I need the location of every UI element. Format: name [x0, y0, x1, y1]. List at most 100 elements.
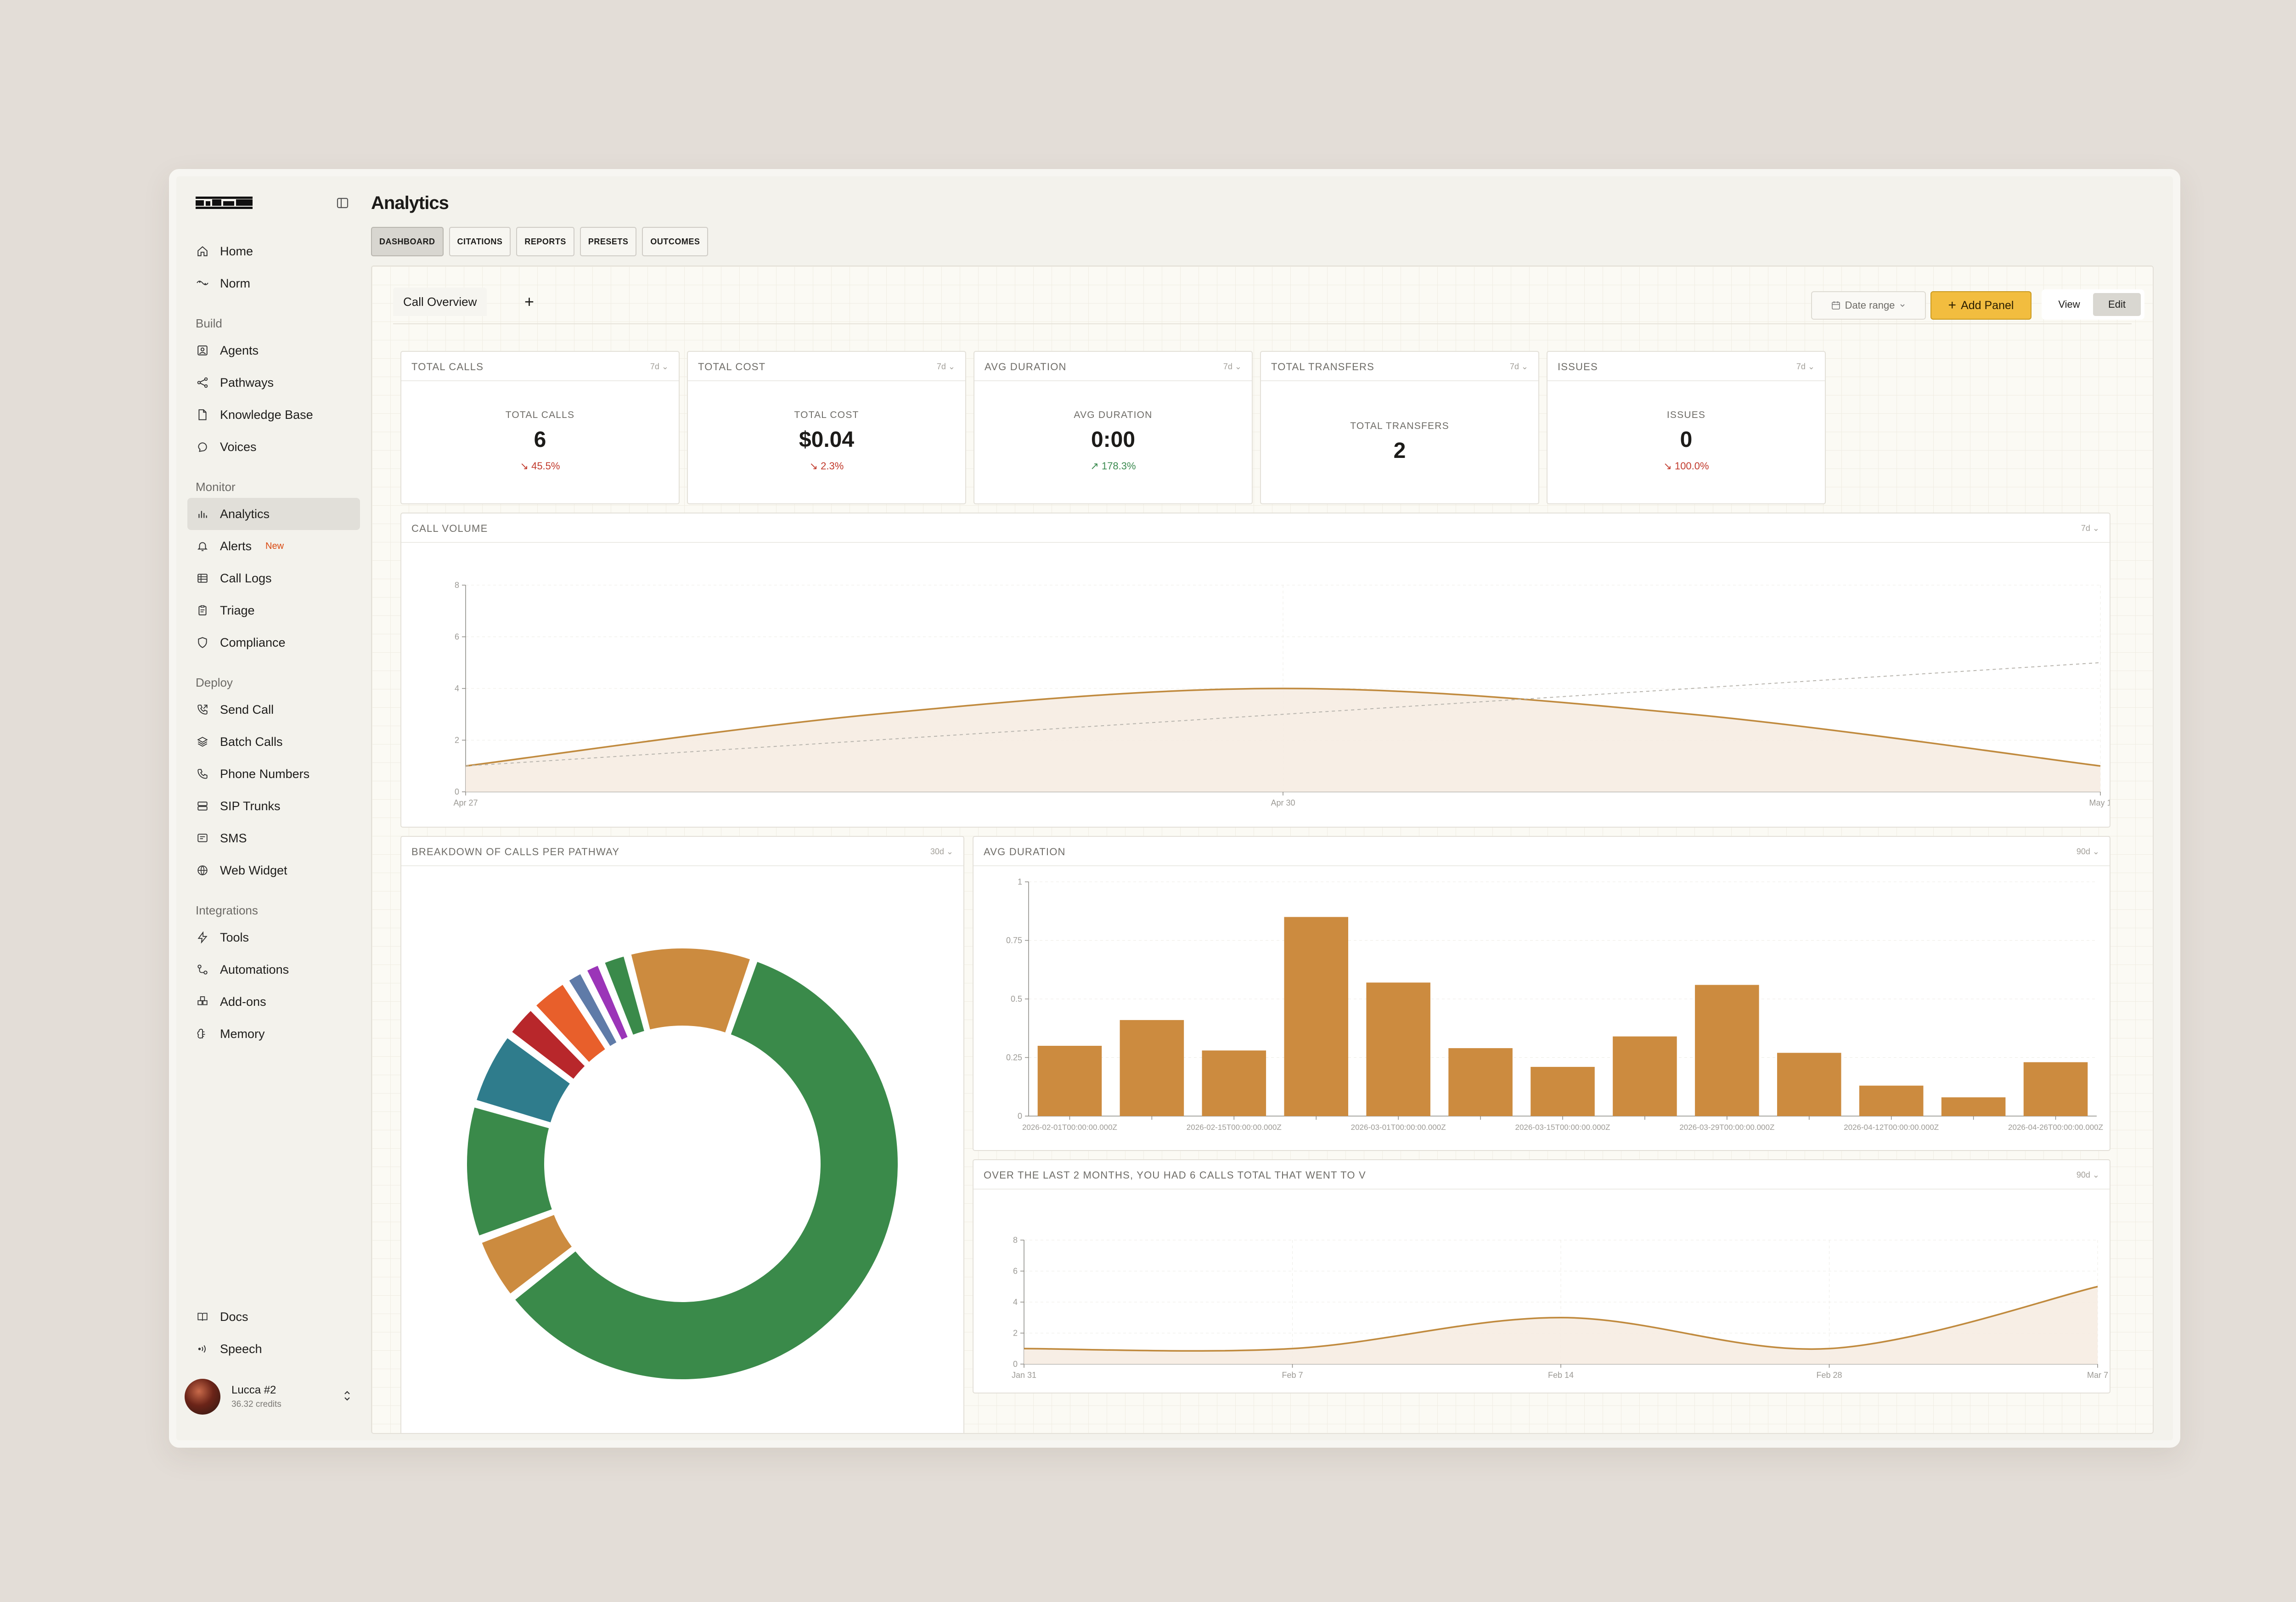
tab-call-overview[interactable]: Call Overview [393, 288, 487, 316]
globe-icon [196, 863, 209, 877]
panel-title: AVG DURATION [985, 361, 1067, 372]
kpi-card-total-transfers[interactable]: TOTAL TRANSFERS 7d ⌄ TOTAL TRANSFERS 2 [1260, 351, 1539, 504]
sidebar-item-agents[interactable]: Agents [187, 334, 360, 367]
sidebar-item-sms[interactable]: SMS [187, 822, 360, 854]
range-selector[interactable]: 7d ⌄ [937, 362, 955, 372]
sidebar-item-automations[interactable]: Automations [187, 953, 360, 986]
bar [1613, 1036, 1677, 1116]
document-icon [196, 408, 209, 422]
bolt-icon [196, 931, 209, 944]
range-selector[interactable]: 90d ⌄ [2077, 847, 2099, 857]
pathways-icon [196, 376, 209, 389]
sidebar-item-label: Phone Numbers [220, 767, 310, 781]
sidebar-item-tools[interactable]: Tools [187, 921, 360, 953]
add-panel-button[interactable]: + Add Panel [1930, 291, 2032, 320]
puzzle-icon [196, 995, 209, 1009]
range-selector[interactable]: 7d ⌄ [1223, 362, 1242, 372]
panel-over-last[interactable]: OVER THE LAST 2 MONTHS, YOU HAD 6 CALLS … [973, 1159, 2110, 1393]
automation-icon [196, 963, 209, 976]
sidebar-item-label: Norm [220, 276, 250, 290]
add-tab-button[interactable]: + [524, 292, 534, 311]
book-icon [196, 1310, 209, 1324]
date-range-label: Date range [1845, 299, 1895, 311]
kpi-card-total-cost[interactable]: TOTAL COST 7d ⌄ TOTAL COST $0.04 ↘ 2.3% [687, 351, 966, 504]
panel-title: OVER THE LAST 2 MONTHS, YOU HAD 6 CALLS … [984, 1169, 1366, 1181]
message-icon [196, 831, 209, 845]
view-edit-toggle: View Edit [2042, 289, 2144, 320]
sidebar-item-pathways[interactable]: Pathways [187, 367, 360, 399]
range-label: 90d [2076, 847, 2090, 856]
edit-mode-button[interactable]: Edit [2093, 293, 2141, 316]
tab-citations[interactable]: CITATIONS [449, 227, 511, 256]
tab-outcomes[interactable]: OUTCOMES [642, 227, 709, 256]
range-selector[interactable]: 7d ⌄ [650, 362, 669, 372]
sidebar-item-compliance[interactable]: Compliance [187, 626, 360, 659]
x-tick-label: Apr 27 [453, 798, 478, 807]
tab-dashboard[interactable]: DASHBOARD [371, 227, 444, 256]
kpi-card-issues[interactable]: ISSUES 7d ⌄ ISSUES 0 ↘ 100.0% [1547, 351, 1826, 504]
chevron-updown-icon [344, 1391, 350, 1401]
bar [1284, 917, 1349, 1116]
user-menu[interactable]: Lucca #2 36.32 credits [185, 1376, 359, 1417]
series-area [466, 688, 2100, 792]
sidebar-item-triage[interactable]: Triage [187, 594, 360, 626]
range-selector[interactable]: 7d ⌄ [1796, 362, 1815, 372]
range-selector[interactable]: 7d ⌄ [1510, 362, 1528, 372]
panel-avg-duration[interactable]: AVG DURATION 90d ⌄ 0 0.25 0.5 0.75 1 2026-02-0… [973, 836, 2110, 1151]
panel-call-volume[interactable]: CALL VOLUME 7d ⌄ 0 2 4 6 8 Apr 27 Apr 30 May 1 [400, 513, 2110, 828]
sidebar-item-norm[interactable]: Norm [187, 267, 360, 299]
sidebar-item-sip-trunks[interactable]: SIP Trunks [187, 790, 360, 822]
panel-breakdown[interactable]: BREAKDOWN OF CALLS PER PATHWAY 30d ⌄ [400, 836, 964, 1433]
sidebar-item-web-widget[interactable]: Web Widget [187, 854, 360, 886]
panel-title: ISSUES [1558, 361, 1598, 372]
sidebar-item-speech[interactable]: Speech [187, 1333, 360, 1365]
phone-icon [196, 767, 209, 781]
range-selector[interactable]: 30d ⌄ [930, 847, 953, 857]
bar [1859, 1085, 1924, 1116]
y-tick-label: 6 [455, 632, 459, 642]
sidebar-item-knowledge-base[interactable]: Knowledge Base [187, 399, 360, 431]
kpi-delta: ↘ 45.5% [520, 460, 560, 472]
sidebar-item-voices[interactable]: Voices [187, 431, 360, 463]
sidebar-toggle-icon[interactable] [336, 197, 349, 209]
x-tick-label: 2026-02-01T00:00:00.000Z [1022, 1123, 1117, 1132]
panel-title: TOTAL COST [698, 361, 766, 372]
range-selector[interactable]: 7d ⌄ [2081, 524, 2099, 533]
sidebar-item-send-call[interactable]: Send Call [187, 694, 360, 726]
page-title: Analytics [371, 193, 449, 213]
y-tick-label: 0.25 [1006, 1053, 1022, 1062]
date-range-button[interactable]: Date range [1811, 291, 1926, 320]
sidebar-item-label: Send Call [220, 702, 274, 716]
kpi-card-total-calls[interactable]: TOTAL CALLS 7d ⌄ TOTAL CALLS 6 ↘ 45.5% [400, 351, 680, 504]
view-mode-button[interactable]: View [2045, 293, 2093, 316]
sidebar-item-memory[interactable]: Memory [187, 1018, 360, 1050]
speaker-icon [196, 1342, 209, 1356]
range-selector[interactable]: 90d ⌄ [2077, 1170, 2099, 1180]
y-tick-label: 0.5 [1011, 994, 1022, 1004]
y-tick-label: 2 [455, 736, 459, 745]
kpi-card-avg-duration[interactable]: AVG DURATION 7d ⌄ AVG DURATION 0:00 ↗ 178… [974, 351, 1253, 504]
nav-section-build: Build [196, 316, 222, 330]
sidebar-item-docs[interactable]: Docs [187, 1301, 360, 1333]
analytics-tabs: DASHBOARD CITATIONS REPORTS PRESETS OUTC… [371, 227, 709, 256]
sidebar-item-call-logs[interactable]: Call Logs [187, 562, 360, 594]
sidebar-item-add-ons[interactable]: Add-ons [187, 986, 360, 1018]
sidebar-item-alerts[interactable]: Alerts New [187, 530, 360, 562]
tab-presets[interactable]: PRESETS [580, 227, 637, 256]
sidebar-item-analytics[interactable]: Analytics [187, 498, 360, 530]
range-label: 7d [650, 362, 659, 371]
range-label: 7d [1223, 362, 1232, 371]
x-tick-label: Jan 31 [1012, 1371, 1036, 1380]
sidebar-bottom-nav: Docs Speech [187, 1301, 360, 1365]
sidebar-item-label: Call Logs [220, 571, 272, 585]
sidebar-item-label: Web Widget [220, 863, 287, 877]
sidebar-item-phone-numbers[interactable]: Phone Numbers [187, 758, 360, 790]
x-tick-label: 2026-04-12T00:00:00.000Z [1844, 1123, 1939, 1132]
y-tick-label: 4 [455, 684, 459, 693]
range-label: 7d [2081, 524, 2090, 533]
logo[interactable] [196, 196, 253, 209]
sidebar-item-home[interactable]: Home [187, 235, 360, 267]
sidebar-item-batch-calls[interactable]: Batch Calls [187, 726, 360, 758]
tab-reports[interactable]: REPORTS [516, 227, 574, 256]
bar [1531, 1066, 1595, 1116]
